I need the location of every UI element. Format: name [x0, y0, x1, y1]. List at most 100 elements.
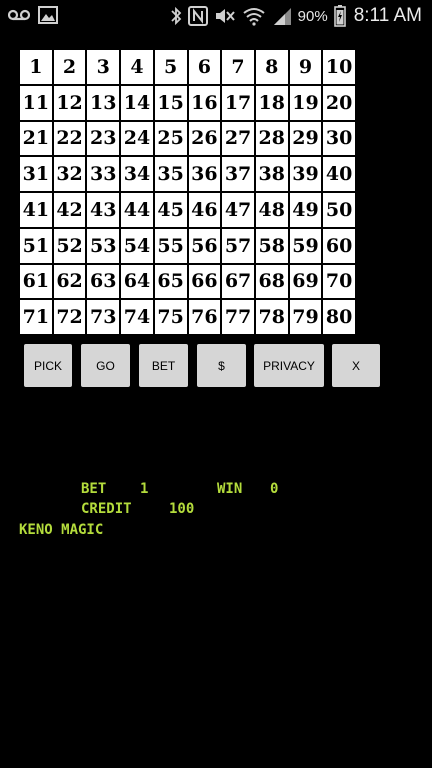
- keno-number-cell[interactable]: 13: [87, 85, 120, 120]
- dollar-button[interactable]: $: [197, 344, 246, 387]
- keno-number-cell[interactable]: 6: [188, 50, 221, 84]
- keno-number-cell[interactable]: 49: [289, 193, 322, 227]
- keno-number-cell[interactable]: 77: [222, 300, 254, 334]
- keno-number-cell[interactable]: 57: [222, 228, 254, 263]
- keno-number-cell[interactable]: 52: [53, 228, 86, 263]
- keno-number-cell[interactable]: 25: [154, 121, 187, 156]
- keno-number-cell[interactable]: 80: [323, 300, 355, 334]
- win-label: WIN: [217, 481, 243, 497]
- image-icon: [38, 6, 58, 24]
- keno-number-cell[interactable]: 18: [255, 85, 288, 120]
- exit-button[interactable]: X: [332, 344, 380, 387]
- keno-number-cell[interactable]: 48: [255, 193, 288, 227]
- keno-number-cell[interactable]: 67: [222, 264, 254, 299]
- keno-number-cell[interactable]: 79: [289, 300, 322, 334]
- keno-number-cell[interactable]: 69: [289, 264, 322, 299]
- keno-number-cell[interactable]: 31: [20, 157, 52, 191]
- keno-number-cell[interactable]: 23: [87, 121, 120, 156]
- keno-number-cell[interactable]: 38: [255, 157, 288, 191]
- keno-number-cell[interactable]: 10: [323, 50, 355, 84]
- bet-label: BET: [81, 481, 107, 497]
- keno-number-cell[interactable]: 33: [87, 157, 120, 191]
- go-button[interactable]: GO: [81, 344, 130, 387]
- keno-number-cell[interactable]: 43: [87, 193, 120, 227]
- keno-number-cell[interactable]: 54: [121, 228, 153, 263]
- credit-value: 100: [169, 501, 195, 517]
- keno-number-cell[interactable]: 58: [255, 228, 288, 263]
- keno-number-cell[interactable]: 30: [323, 121, 355, 156]
- keno-number-cell[interactable]: 44: [121, 193, 153, 227]
- keno-number-cell[interactable]: 12: [53, 85, 86, 120]
- keno-number-cell[interactable]: 11: [20, 85, 52, 120]
- keno-number-cell[interactable]: 47: [222, 193, 254, 227]
- keno-number-cell[interactable]: 14: [121, 85, 153, 120]
- keno-number-cell[interactable]: 32: [53, 157, 86, 191]
- bet-button[interactable]: BET: [139, 344, 188, 387]
- keno-number-cell[interactable]: 73: [87, 300, 120, 334]
- win-value: 0: [270, 481, 279, 497]
- keno-number-cell[interactable]: 7: [222, 50, 254, 84]
- keno-number-cell[interactable]: 15: [154, 85, 187, 120]
- keno-number-cell[interactable]: 35: [154, 157, 187, 191]
- keno-number-cell[interactable]: 61: [20, 264, 52, 299]
- keno-number-cell[interactable]: 39: [289, 157, 322, 191]
- keno-number-cell[interactable]: 74: [121, 300, 153, 334]
- keno-number-cell[interactable]: 16: [188, 85, 221, 120]
- keno-number-cell[interactable]: 29: [289, 121, 322, 156]
- status-bar-right: 90% 8:11 AM: [170, 3, 422, 29]
- keno-number-cell[interactable]: 5: [154, 50, 187, 84]
- keno-number-cell[interactable]: 64: [121, 264, 153, 299]
- keno-number-cell[interactable]: 60: [323, 228, 355, 263]
- keno-number-cell[interactable]: 24: [121, 121, 153, 156]
- keno-number-cell[interactable]: 34: [121, 157, 153, 191]
- keno-number-cell[interactable]: 53: [87, 228, 120, 263]
- mute-icon: [214, 6, 236, 26]
- keno-number-cell[interactable]: 19: [289, 85, 322, 120]
- keno-number-cell[interactable]: 37: [222, 157, 254, 191]
- nfc-icon: [187, 6, 208, 26]
- keno-number-cell[interactable]: 2: [53, 50, 86, 84]
- keno-number-cell[interactable]: 45: [154, 193, 187, 227]
- keno-number-cell[interactable]: 8: [255, 50, 288, 84]
- keno-number-cell[interactable]: 36: [188, 157, 221, 191]
- keno-number-cell[interactable]: 27: [222, 121, 254, 156]
- keno-number-cell[interactable]: 3: [87, 50, 120, 84]
- keno-number-cell[interactable]: 4: [121, 50, 153, 84]
- keno-number-cell[interactable]: 40: [323, 157, 355, 191]
- keno-number-cell[interactable]: 17: [222, 85, 254, 120]
- battery-icon: [333, 5, 346, 27]
- keno-number-cell[interactable]: 76: [188, 300, 221, 334]
- keno-board: 1 2 3 4 5 6 7 8 9 10 11 12 13 14 15 16 17 18 19 20 21 22 23 24 2…: [20, 50, 355, 334]
- keno-number-cell[interactable]: 21: [20, 121, 52, 156]
- keno-number-cell[interactable]: 28: [255, 121, 288, 156]
- keno-number-cell[interactable]: 22: [53, 121, 86, 156]
- bluetooth-icon: [170, 6, 182, 26]
- credit-label: CREDIT: [81, 501, 132, 517]
- keno-number-cell[interactable]: 75: [154, 300, 187, 334]
- keno-number-cell[interactable]: 50: [323, 193, 355, 227]
- keno-number-cell[interactable]: 59: [289, 228, 322, 263]
- privacy-button[interactable]: PRIVACY: [254, 344, 324, 387]
- keno-number-cell[interactable]: 71: [20, 300, 52, 334]
- keno-number-cell[interactable]: 20: [323, 85, 355, 120]
- keno-number-cell[interactable]: 41: [20, 193, 52, 227]
- keno-number-cell[interactable]: 65: [154, 264, 187, 299]
- status-bar-left: [8, 6, 58, 24]
- keno-number-cell[interactable]: 55: [154, 228, 187, 263]
- keno-number-cell[interactable]: 63: [87, 264, 120, 299]
- keno-number-cell[interactable]: 66: [188, 264, 221, 299]
- keno-number-cell[interactable]: 68: [255, 264, 288, 299]
- pick-button[interactable]: PICK: [24, 344, 72, 387]
- battery-percent: 90%: [297, 7, 328, 25]
- keno-number-cell[interactable]: 42: [53, 193, 86, 227]
- keno-number-cell[interactable]: 51: [20, 228, 52, 263]
- keno-number-cell[interactable]: 78: [255, 300, 288, 334]
- keno-number-cell[interactable]: 26: [188, 121, 221, 156]
- keno-number-cell[interactable]: 9: [289, 50, 322, 84]
- keno-number-cell[interactable]: 1: [20, 50, 52, 84]
- keno-number-cell[interactable]: 62: [53, 264, 86, 299]
- keno-number-cell[interactable]: 46: [188, 193, 221, 227]
- keno-number-cell[interactable]: 70: [323, 264, 355, 299]
- keno-number-cell[interactable]: 72: [53, 300, 86, 334]
- keno-number-cell[interactable]: 56: [188, 228, 221, 263]
